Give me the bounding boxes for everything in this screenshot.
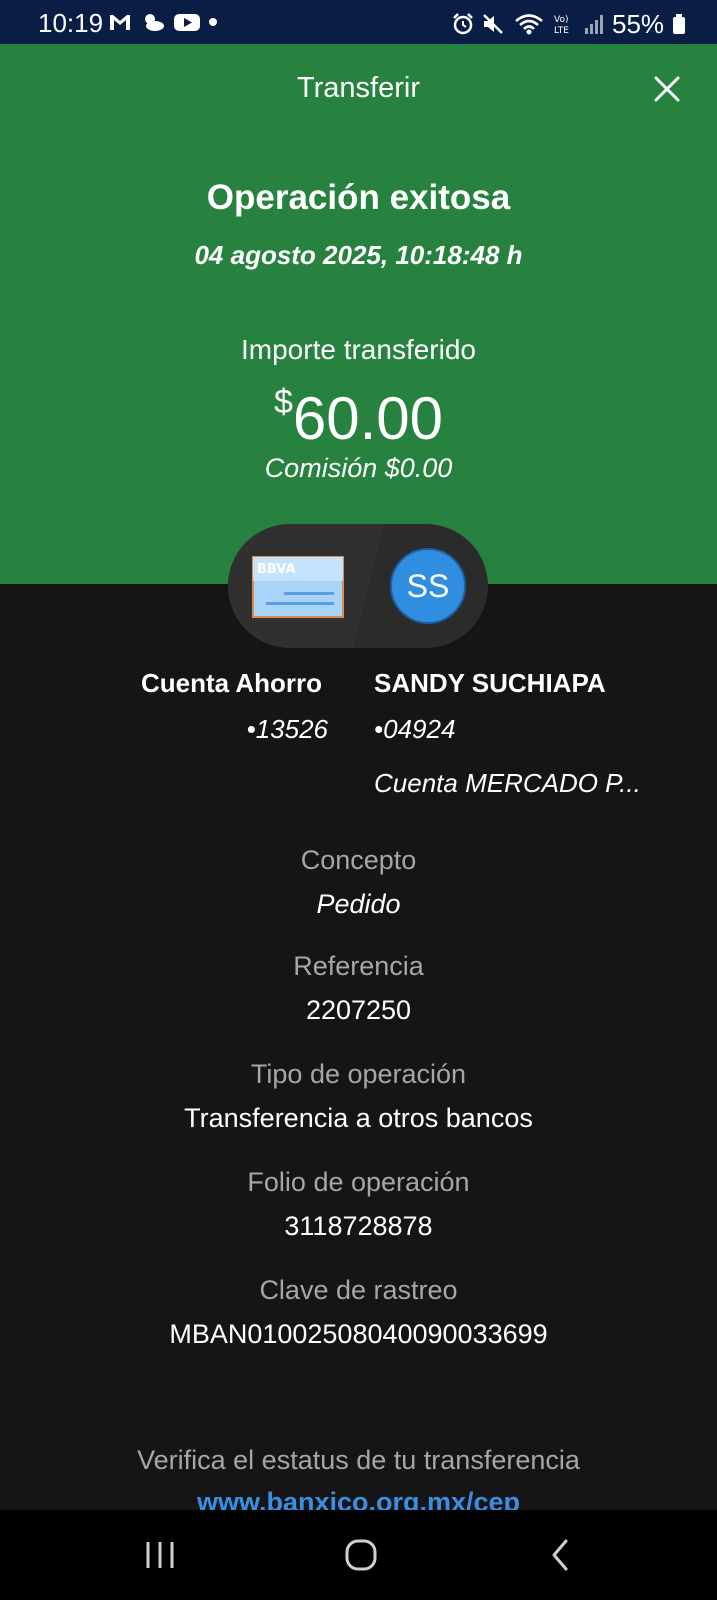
card-brand-label: BBVA: [257, 562, 296, 577]
system-navigation-bar: [0, 1510, 717, 1600]
status-notification-icons: [108, 12, 218, 32]
transferred-amount: $60.00: [0, 366, 717, 455]
operation-type-label: Tipo de operación: [250, 1059, 467, 1089]
dot-icon: [209, 18, 217, 26]
source-account-name: Cuenta Ahorro: [140, 668, 322, 698]
status-time: 10:19: [38, 8, 104, 38]
gmail-icon: [110, 15, 130, 30]
svg-text:LTE: LTE: [554, 26, 569, 36]
transfer-receipt-screen: 10:19 Vo) LTE 55% Transferir Operación e…: [0, 0, 717, 1600]
status-system-icons: Vo) LTE 55%: [452, 10, 686, 38]
verify-status-text: Verifica el estatus de tu transferencia: [137, 1445, 580, 1475]
recipient-name: SANDY SUCHIAPA: [374, 668, 606, 698]
currency-symbol: $: [273, 383, 293, 421]
operation-status-title: Operación exitosa: [206, 178, 511, 217]
folio-label: Folio de operación: [247, 1167, 470, 1197]
youtube-icon: [174, 14, 200, 31]
success-header: Transferir Operación exitosa 04 agosto 2…: [0, 44, 717, 584]
amount-label: Importe transferido: [241, 334, 476, 365]
bbva-card-icon: BBVA: [252, 556, 344, 618]
amount-value: 60.00: [292, 385, 444, 452]
reference-label: Referencia: [293, 951, 424, 981]
svg-text:Vo): Vo): [554, 15, 568, 25]
back-icon[interactable]: [532, 1530, 592, 1580]
tracking-key-label: Clave de rastreo: [259, 1275, 458, 1305]
page-title: Transferir: [297, 72, 420, 104]
concept-label: Concepto: [300, 845, 417, 875]
reference-value: 2207250: [305, 995, 412, 1025]
recents-icon[interactable]: [130, 1530, 190, 1580]
volte-icon: Vo) LTE: [554, 15, 569, 36]
tracking-key-value: MBAN01002508040090033699: [169, 1319, 548, 1349]
signal-icon: [585, 15, 603, 34]
operation-datetime: 04 agosto 2025, 10:18:48 h: [194, 240, 523, 270]
close-icon[interactable]: [652, 74, 682, 104]
battery-percent: 55%: [612, 9, 665, 39]
recipient-account-number: •04924: [374, 714, 456, 744]
battery-icon: [673, 14, 686, 34]
concept-value: Pedido: [316, 889, 401, 919]
home-icon[interactable]: [331, 1530, 391, 1580]
weather-icon: [145, 14, 164, 31]
wifi-icon: [515, 14, 543, 35]
status-bar: 10:19 Vo) LTE 55%: [0, 0, 717, 44]
operation-type-value: Transferencia a otros bancos: [184, 1103, 533, 1133]
recipient-bank: Cuenta MERCADO P...: [374, 768, 641, 798]
alarm-icon: [453, 13, 473, 35]
recipient-avatar: SS: [390, 548, 466, 624]
folio-value: 3118728878: [284, 1211, 433, 1241]
commission-text: Comisión $0.00: [264, 453, 453, 483]
source-account-number: •13526: [246, 714, 328, 744]
mute-icon: [483, 14, 503, 34]
